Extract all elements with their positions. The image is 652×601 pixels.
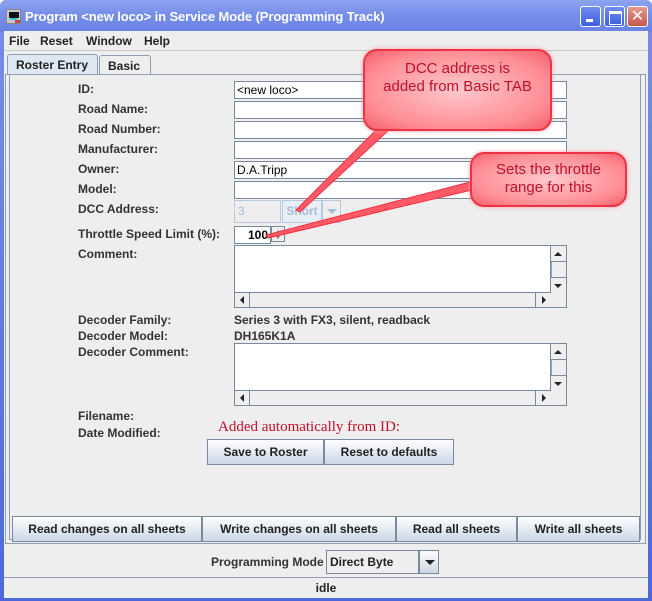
write-changes-all-sheets-button[interactable]: Write changes on all sheets <box>202 516 396 542</box>
comment-scroll-pane <box>234 245 567 308</box>
menu-window[interactable]: Window <box>86 34 132 48</box>
date-modified-label: Date Modified: <box>78 426 161 440</box>
decoder-family-label: Decoder Family: <box>78 313 172 327</box>
tab-basic[interactable]: Basic <box>99 55 151 75</box>
spinner-up-icon[interactable] <box>276 230 280 233</box>
comment-label: Comment: <box>78 247 138 261</box>
maximize-button[interactable] <box>604 6 625 27</box>
comment-textarea[interactable] <box>235 246 551 293</box>
menu-file[interactable]: File <box>9 34 30 48</box>
model-label: Model: <box>78 182 117 196</box>
scroll-down-icon[interactable] <box>551 277 566 293</box>
road-number-label: Road Number: <box>78 122 161 136</box>
reset-to-defaults-button[interactable]: Reset to defaults <box>324 439 454 465</box>
minimize-button[interactable] <box>580 6 601 27</box>
status-text: idle <box>315 581 337 595</box>
menu-bar: File Reset Window Help <box>4 31 648 51</box>
decoder-model-label: Decoder Model: <box>78 329 169 343</box>
programming-mode-select[interactable]: Direct Byte <box>326 550 419 574</box>
manufacturer-label: Manufacturer: <box>78 142 159 156</box>
locomotive-app-icon <box>6 9 21 24</box>
decoder-comment-label: Decoder Comment: <box>78 345 189 359</box>
filename-annotation: Added automatically from ID: <box>218 419 401 435</box>
spinner-buttons[interactable] <box>271 226 285 242</box>
spinner-down-icon[interactable] <box>276 236 280 239</box>
close-button[interactable]: ✕ <box>627 6 648 27</box>
comment-vertical-scrollbar[interactable] <box>551 246 566 293</box>
status-separator <box>4 577 648 578</box>
dcc-address-callout: DCC address is added from Basic TAB <box>363 49 552 131</box>
scroll-left-icon[interactable] <box>235 391 250 405</box>
scroll-up-icon[interactable] <box>551 246 566 262</box>
owner-label: Owner: <box>78 162 120 176</box>
roster-entry-panel: ID: <new loco> Road Name: Road Number: M… <box>5 74 646 544</box>
throttle-speed-limit-label: Throttle Speed Limit (%): <box>78 227 220 241</box>
menu-help[interactable]: Help <box>144 34 170 48</box>
throttle-speed-limit-spinner[interactable]: 100 <box>234 226 271 244</box>
window-title: Program <new loco> in Service Mode (Prog… <box>25 9 385 24</box>
programmer-window: Program <new loco> in Service Mode (Prog… <box>0 0 652 601</box>
close-icon: ✕ <box>630 8 645 25</box>
id-label: ID: <box>78 82 94 96</box>
chevron-down-icon[interactable] <box>419 550 439 574</box>
decoder-comment-horizontal-scrollbar[interactable] <box>235 391 551 405</box>
scroll-thumb[interactable] <box>551 360 566 375</box>
dcc-callout-text: DCC address is added from Basic TAB <box>383 60 532 95</box>
dcc-address-field: 3 <box>234 200 281 223</box>
filename-label: Filename: <box>78 409 135 423</box>
read-changes-all-sheets-button[interactable]: Read changes on all sheets <box>12 516 202 542</box>
scroll-down-icon[interactable] <box>551 375 566 391</box>
scroll-up-icon[interactable] <box>551 344 566 360</box>
tab-roster-entry[interactable]: Roster Entry <box>7 54 98 75</box>
throttle-callout-text: Sets the throttle range for this <box>495 161 602 196</box>
scroll-right-icon[interactable] <box>535 293 551 307</box>
decoder-comment-scroll-pane <box>234 343 567 406</box>
road-name-label: Road Name: <box>78 102 149 116</box>
read-all-sheets-button[interactable]: Read all sheets <box>396 516 517 542</box>
save-to-roster-button[interactable]: Save to Roster <box>207 439 324 465</box>
decoder-model-value: DH165K1A <box>234 329 296 343</box>
decoder-family-value: Series 3 with FX3, silent, readback <box>234 313 431 327</box>
roster-form: ID: <new loco> Road Name: Road Number: M… <box>9 75 641 540</box>
decoder-comment-vertical-scrollbar[interactable] <box>551 344 566 391</box>
dcc-address-label: DCC Address: <box>78 202 159 216</box>
scroll-right-icon[interactable] <box>535 391 551 405</box>
menu-reset[interactable]: Reset <box>40 34 73 48</box>
decoder-comment-textarea[interactable] <box>235 344 551 391</box>
scroll-thumb[interactable] <box>551 262 566 277</box>
programming-mode-label: Programming Mode <box>211 555 324 569</box>
dcc-address-type-dropdown-icon <box>322 200 341 223</box>
comment-horizontal-scrollbar[interactable] <box>235 293 551 307</box>
scroll-left-icon[interactable] <box>235 293 250 307</box>
write-all-sheets-button[interactable]: Write all sheets <box>517 516 640 542</box>
title-bar[interactable]: Program <new loco> in Service Mode (Prog… <box>0 0 652 32</box>
throttle-callout: Sets the throttle range for this <box>470 152 627 207</box>
dcc-address-type-select: Short <box>282 200 322 223</box>
